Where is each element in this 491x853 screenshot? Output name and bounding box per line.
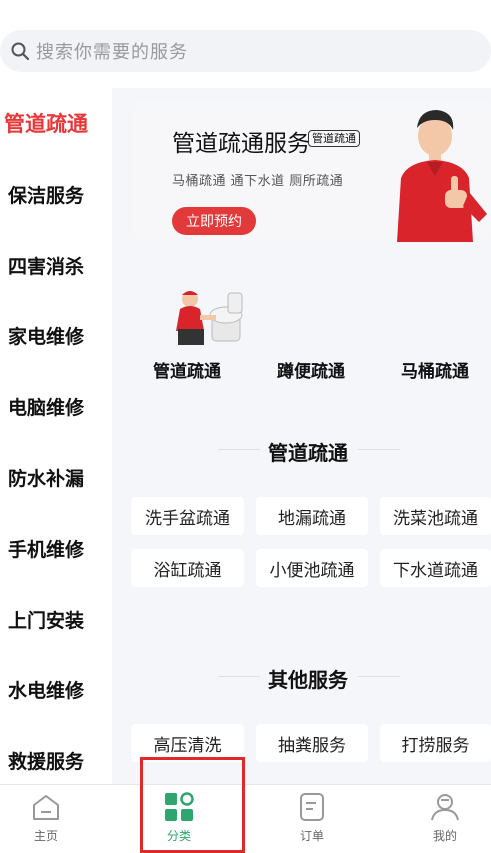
service-chip[interactable]: 地漏疏通 bbox=[256, 497, 368, 535]
sidebar-item-waterproofing[interactable]: 防水补漏 bbox=[0, 442, 112, 512]
bottom-tab-bar: 主页 分类 订单 我的 bbox=[0, 784, 491, 847]
divider bbox=[358, 676, 400, 677]
service-chip[interactable]: 下水道疏通 bbox=[380, 549, 491, 587]
service-person-image bbox=[397, 110, 487, 242]
service-chip[interactable]: 高压清洗 bbox=[131, 724, 244, 762]
subcategory-label: 蹲便疏通 bbox=[277, 362, 345, 382]
category-icon bbox=[165, 792, 194, 821]
category-content: 管道疏通服务 管道疏通 马桶疏通 通下水道 厕所疏通 立即预约 管道疏通 蹲便疏… bbox=[112, 88, 491, 784]
tab-orders[interactable]: 订单 bbox=[257, 785, 367, 848]
service-chip[interactable]: 小便池疏通 bbox=[256, 549, 368, 587]
subcategory-label: 管道疏通 bbox=[153, 362, 221, 382]
subcategory-label: 马桶疏通 bbox=[401, 362, 469, 382]
banner-subtitle: 马桶疏通 通下水道 厕所疏通 bbox=[172, 174, 344, 189]
book-now-button[interactable]: 立即预约 bbox=[172, 207, 256, 235]
tab-profile[interactable]: 我的 bbox=[390, 785, 491, 848]
sidebar-item-pipe-unclog[interactable]: 管道疏通 bbox=[0, 88, 112, 158]
sidebar-item-pest-control[interactable]: 四害消杀 bbox=[0, 230, 112, 300]
profile-icon bbox=[431, 794, 459, 821]
sidebar-item-installation[interactable]: 上门安装 bbox=[0, 584, 112, 654]
tab-home[interactable]: 主页 bbox=[0, 785, 101, 848]
tab-label: 分类 bbox=[166, 829, 191, 843]
sidebar-item-computer-repair[interactable]: 电脑维修 bbox=[0, 371, 112, 441]
tab-category[interactable]: 分类 bbox=[124, 785, 234, 848]
order-icon bbox=[300, 793, 324, 821]
service-chip[interactable]: 打捞服务 bbox=[380, 724, 491, 762]
search-icon bbox=[10, 41, 30, 61]
promo-banner[interactable]: 管道疏通服务 管道疏通 马桶疏通 通下水道 厕所疏通 立即预约 bbox=[134, 100, 491, 242]
service-chip[interactable]: 洗手盆疏通 bbox=[131, 497, 244, 535]
search-placeholder: 搜索你需要的服务 bbox=[36, 42, 188, 63]
home-icon bbox=[33, 795, 59, 820]
tab-label: 订单 bbox=[299, 829, 324, 843]
sidebar-item-cleaning[interactable]: 保洁服务 bbox=[0, 159, 112, 229]
banner-title: 管道疏通服务 bbox=[172, 131, 310, 157]
section-title-other: 其他服务 bbox=[268, 668, 348, 692]
banner-tag: 管道疏通 bbox=[308, 130, 360, 147]
sidebar-item-plumbing-electric[interactable]: 水电维修 bbox=[0, 654, 112, 724]
service-chip[interactable]: 抽粪服务 bbox=[256, 724, 368, 762]
section-title-pipe: 管道疏通 bbox=[268, 441, 348, 465]
search-area: 搜索你需要的服务 bbox=[0, 0, 491, 100]
sidebar-item-appliance-repair[interactable]: 家电维修 bbox=[0, 300, 112, 370]
sidebar-item-phone-repair[interactable]: 手机维修 bbox=[0, 513, 112, 583]
service-chip[interactable]: 洗菜池疏通 bbox=[380, 497, 491, 535]
plumber-image bbox=[176, 291, 243, 345]
search-input[interactable]: 搜索你需要的服务 bbox=[0, 30, 491, 72]
category-sidebar: 管道疏通 保洁服务 四害消杀 家电维修 电脑维修 防水补漏 手机维修 上门安装 … bbox=[0, 88, 112, 784]
service-chip[interactable]: 浴缸疏通 bbox=[131, 549, 244, 587]
tab-label: 主页 bbox=[33, 829, 58, 843]
tab-label: 我的 bbox=[432, 829, 457, 843]
divider bbox=[358, 449, 400, 450]
